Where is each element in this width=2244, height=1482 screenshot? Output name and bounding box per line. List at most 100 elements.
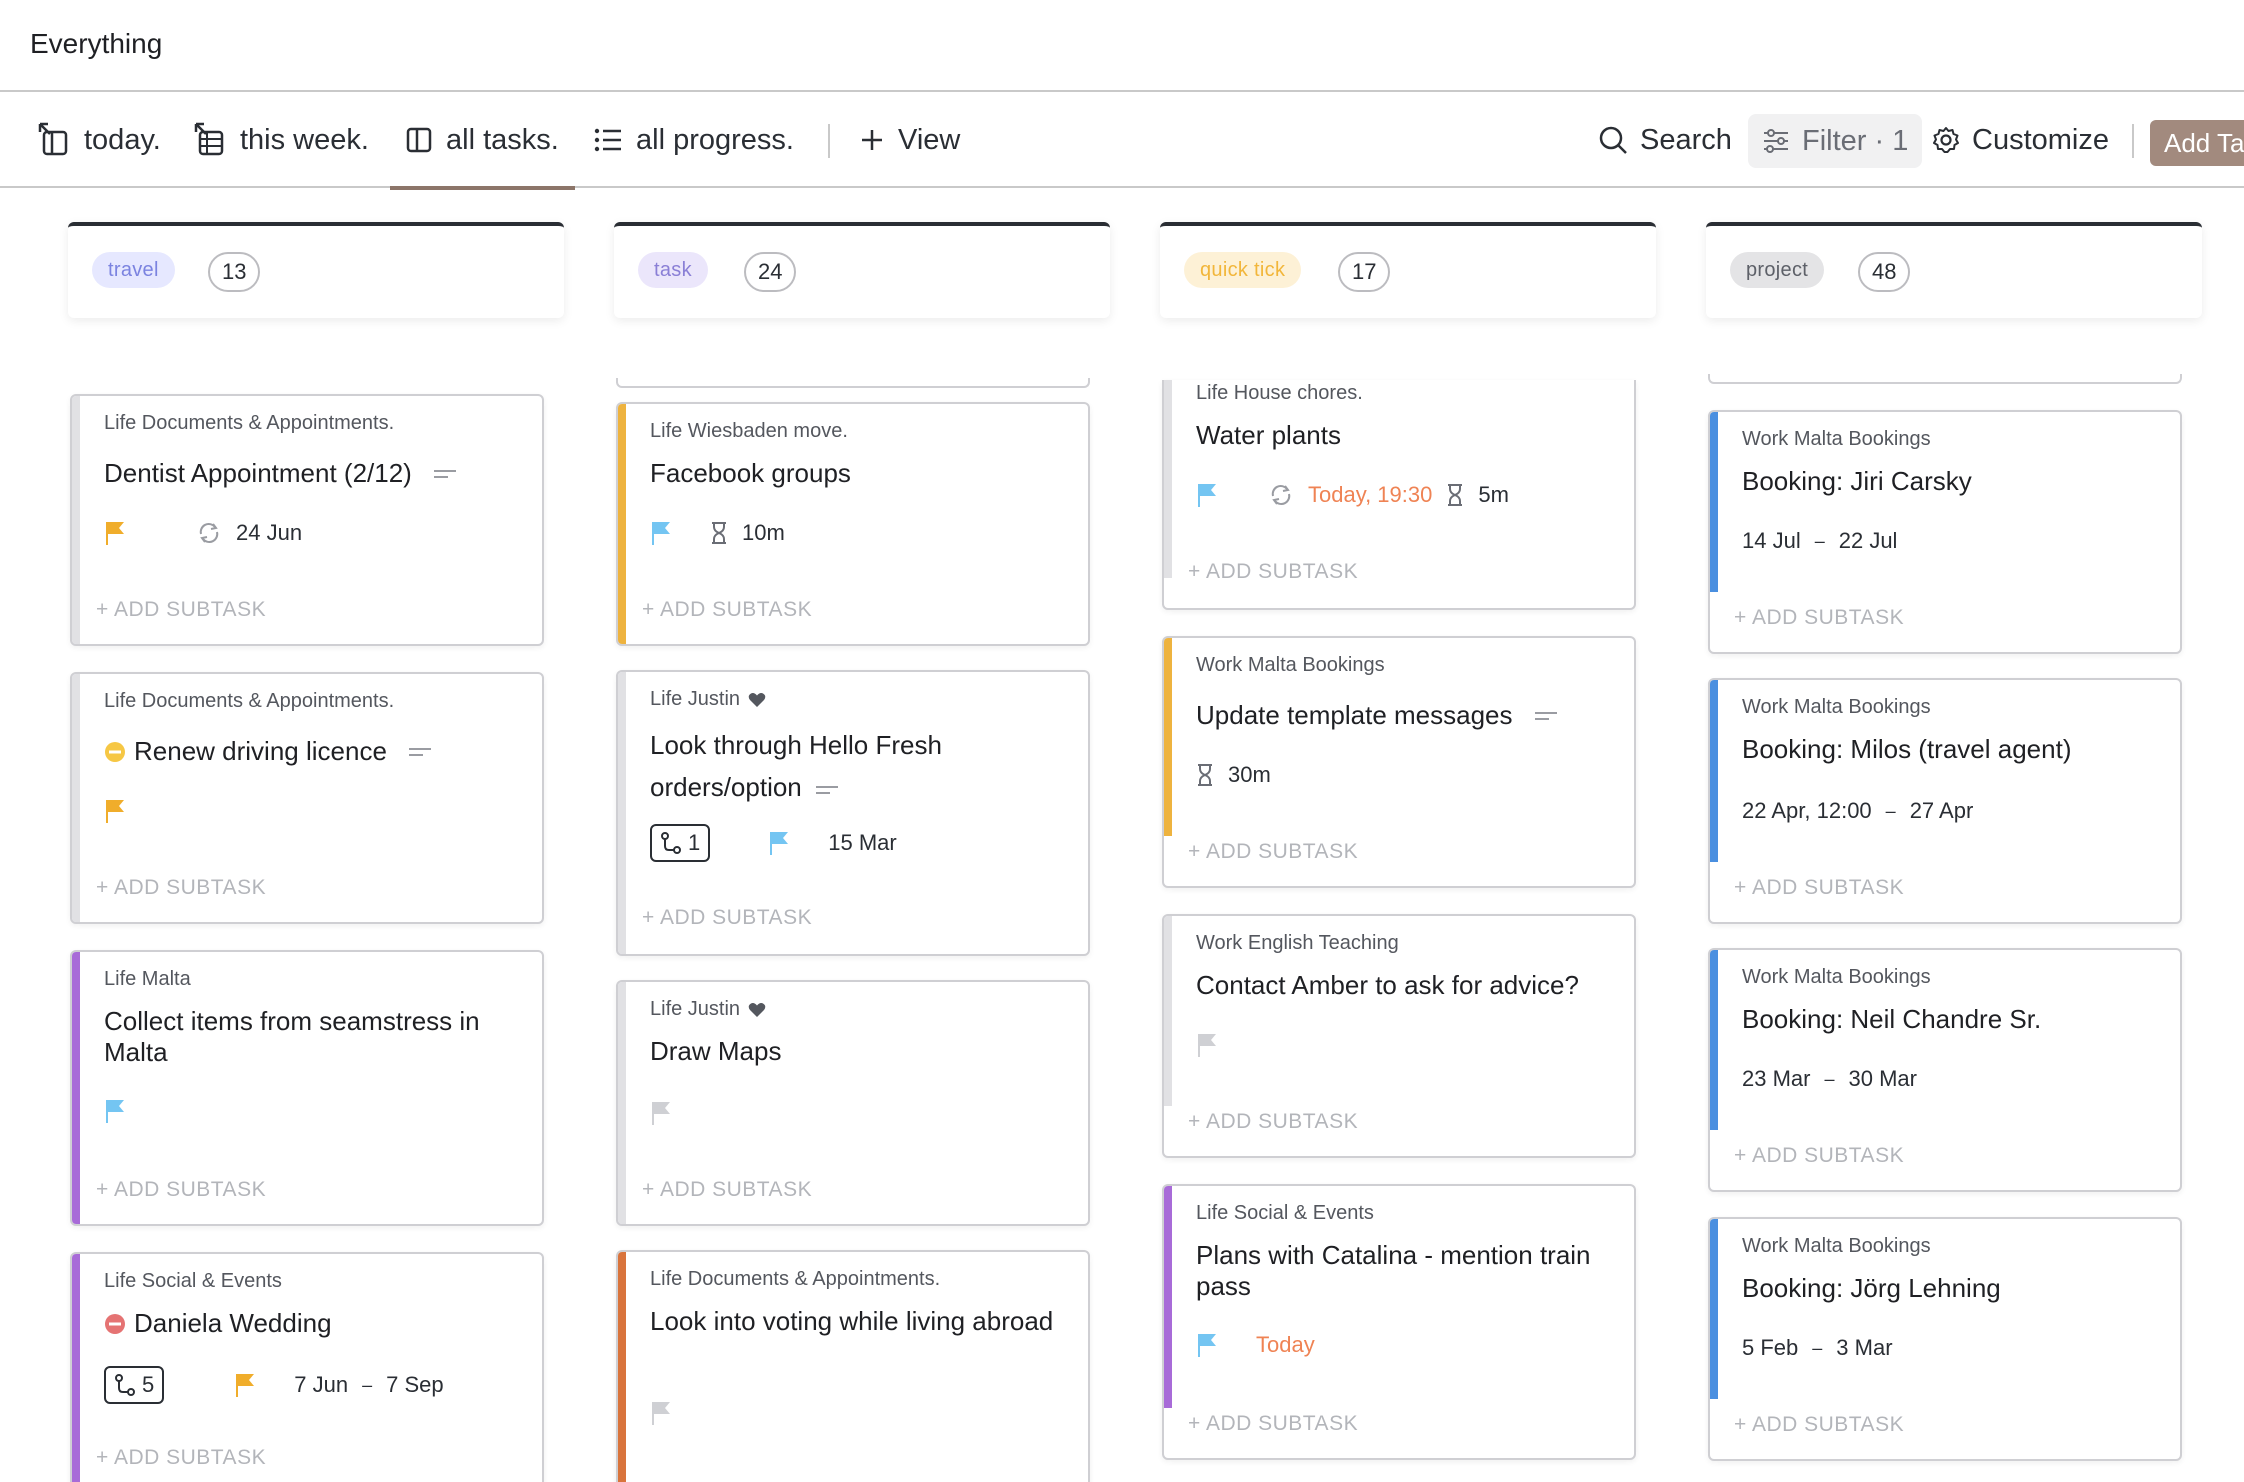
subtask-count[interactable]: 1 — [650, 824, 711, 862]
yellow-flag-icon[interactable] — [234, 1372, 256, 1398]
due-date[interactable]: Today — [1256, 1332, 1315, 1358]
view-tab-this-week[interactable]: this week. — [192, 92, 369, 188]
end-date[interactable]: 22 Jul — [1839, 528, 1898, 554]
tag-travel[interactable]: travel — [92, 252, 175, 288]
task-name[interactable]: Renew driving licence — [104, 736, 518, 767]
task-name[interactable]: Facebook groups — [650, 458, 1064, 489]
task-name[interactable]: Plans with Catalina - mention train pass — [1196, 1240, 1610, 1302]
start-date[interactable]: 22 Apr, 12:00 — [1742, 798, 1872, 824]
start-date[interactable]: 23 Mar — [1742, 1066, 1810, 1092]
task-name[interactable]: Booking: Neil Chandre Sr. — [1742, 1004, 2156, 1035]
task-name[interactable]: Booking: Jörg Lehning — [1742, 1273, 2156, 1304]
task-name[interactable]: Booking: Milos (travel agent) — [1742, 734, 2156, 765]
task-name[interactable]: Dentist Appointment (2/12) — [104, 458, 518, 489]
task-count: 13 — [208, 252, 261, 292]
task-name[interactable]: Water plants — [1196, 420, 1610, 451]
time-estimate[interactable]: 5m — [1478, 482, 1509, 508]
end-date[interactable]: 27 Apr — [1910, 798, 1974, 824]
task-card[interactable]: Life Malta Collect items from seamstress… — [70, 950, 544, 1226]
task-card[interactable]: Life Justin Look through Hello Fresh ord… — [616, 670, 1090, 956]
view-tab-today[interactable]: today. — [36, 92, 161, 188]
blue-flag-icon[interactable] — [104, 1098, 126, 1124]
task-card[interactable]: Life Documents & Appointments. Renew dri… — [70, 672, 544, 924]
grey-flag-icon[interactable] — [1196, 1032, 1218, 1058]
task-card[interactable]: Life Social & Events Daniela Wedding 5 7… — [70, 1252, 544, 1482]
task-count: 17 — [1338, 252, 1391, 292]
add-subtask-button[interactable]: + ADD SUBTASK — [1188, 1110, 1358, 1134]
task-card[interactable]: Life Justin Draw Maps + ADD SUBTASK — [616, 980, 1090, 1226]
task-name[interactable]: Look into voting while living abroad — [650, 1306, 1064, 1337]
subtask-count[interactable]: 5 — [104, 1366, 165, 1404]
blue-flag-icon[interactable] — [1196, 482, 1218, 508]
start-date[interactable]: 7 Jun — [294, 1372, 348, 1398]
yellow-flag-icon[interactable] — [104, 798, 126, 824]
add-subtask-button[interactable]: + ADD SUBTASK — [642, 1178, 812, 1202]
filter-button[interactable]: Filter · 1 — [1748, 114, 1923, 168]
end-date[interactable]: 7 Sep — [386, 1372, 444, 1398]
task-name[interactable]: Booking: Jiri Carsky — [1742, 466, 2156, 497]
task-card[interactable]: Work Malta Bookings Booking: Neil Chandr… — [1708, 948, 2182, 1192]
search-button[interactable]: Search — [1598, 92, 1732, 188]
task-meta: 5 7 Jun – 7 Sep — [104, 1366, 444, 1404]
list-name: Life Justin — [650, 688, 766, 711]
time-estimate[interactable]: 30m — [1228, 762, 1271, 788]
customize-button[interactable]: Customize — [1932, 92, 2109, 188]
end-date[interactable]: 3 Mar — [1836, 1335, 1892, 1361]
blue-flag-icon[interactable] — [768, 830, 790, 856]
end-date[interactable]: 30 Mar — [1849, 1066, 1917, 1092]
blue-flag-icon[interactable] — [650, 520, 672, 546]
due-date[interactable]: 24 Jun — [236, 520, 302, 546]
column-header-quick-tick[interactable]: quick tick 17 — [1160, 222, 1656, 318]
add-subtask-button[interactable]: + ADD SUBTASK — [1734, 876, 1904, 900]
add-subtask-button[interactable]: + ADD SUBTASK — [1734, 606, 1904, 630]
task-name[interactable]: Draw Maps — [650, 1036, 1064, 1067]
due-date[interactable]: Today, 19:30 — [1308, 482, 1432, 508]
task-name[interactable]: Daniela Wedding — [104, 1308, 518, 1339]
blue-flag-icon[interactable] — [1196, 1332, 1218, 1358]
add-subtask-button[interactable]: + ADD SUBTASK — [642, 906, 812, 930]
task-card[interactable]: Work English Teaching Contact Amber to a… — [1162, 914, 1636, 1158]
task-card[interactable]: Work Malta Bookings Booking: Jörg Lehnin… — [1708, 1217, 2182, 1461]
time-estimate[interactable]: 10m — [742, 520, 785, 546]
view-tab-all-progress[interactable]: all progress. — [594, 92, 794, 188]
task-card[interactable]: Work Malta Bookings Booking: Jiri Carsky… — [1708, 410, 2182, 654]
start-date[interactable]: 14 Jul — [1742, 528, 1801, 554]
add-subtask-button[interactable]: + ADD SUBTASK — [96, 1178, 266, 1202]
column-header-task[interactable]: task 24 — [614, 222, 1110, 318]
yellow-flag-icon[interactable] — [104, 520, 126, 546]
task-name[interactable]: Contact Amber to ask for advice? — [1196, 970, 1610, 1001]
add-subtask-button[interactable]: + ADD SUBTASK — [1188, 1412, 1358, 1436]
view-tab-all-tasks[interactable]: all tasks. — [390, 92, 575, 190]
add-task-button[interactable]: Add Task — [2150, 120, 2244, 166]
task-name[interactable]: Look through Hello Fresh orders/option — [650, 724, 1064, 808]
task-meta: 10m — [650, 520, 785, 546]
column-header-travel[interactable]: travel 13 — [68, 222, 564, 318]
task-name[interactable]: Collect items from seamstress in Malta — [104, 1006, 518, 1068]
tag-quick-tick[interactable]: quick tick — [1184, 252, 1302, 288]
task-card[interactable]: Life Wiesbaden move. Facebook groups 10m… — [616, 402, 1090, 646]
task-card[interactable]: Life Documents & Appointments. Look into… — [616, 1250, 1090, 1482]
add-subtask-button[interactable]: + ADD SUBTASK — [642, 598, 812, 622]
add-subtask-button[interactable]: + ADD SUBTASK — [96, 1446, 266, 1470]
grey-flag-icon[interactable] — [650, 1100, 672, 1126]
task-card[interactable]: Work Malta Bookings Booking: Milos (trav… — [1708, 678, 2182, 924]
tag-project[interactable]: project — [1730, 252, 1825, 288]
add-subtask-button[interactable]: + ADD SUBTASK — [96, 598, 266, 622]
task-card[interactable]: Life Social & Events Plans with Catalina… — [1162, 1184, 1636, 1460]
add-subtask-button[interactable]: + ADD SUBTASK — [1734, 1144, 1904, 1168]
add-subtask-button[interactable]: + ADD SUBTASK — [1188, 840, 1358, 864]
add-subtask-button[interactable]: + ADD SUBTASK — [1734, 1413, 1904, 1437]
task-card[interactable]: Life Documents & Appointments. Dentist A… — [70, 394, 544, 646]
due-date[interactable]: 15 Mar — [828, 830, 896, 856]
tag-task[interactable]: task — [638, 252, 708, 288]
column-header-project[interactable]: project 48 — [1706, 222, 2202, 318]
add-subtask-button[interactable]: + ADD SUBTASK — [1188, 560, 1358, 584]
description-icon — [815, 784, 838, 796]
grey-flag-icon[interactable] — [650, 1400, 672, 1426]
task-card[interactable]: Work Malta Bookings Update template mess… — [1162, 636, 1636, 888]
add-subtask-button[interactable]: + ADD SUBTASK — [96, 876, 266, 900]
start-date[interactable]: 5 Feb — [1742, 1335, 1798, 1361]
task-name[interactable]: Update template messages — [1196, 700, 1610, 731]
task-card[interactable]: Life House chores. Water plants Today, 1… — [1162, 380, 1636, 610]
add-view-button[interactable]: View — [860, 92, 960, 188]
